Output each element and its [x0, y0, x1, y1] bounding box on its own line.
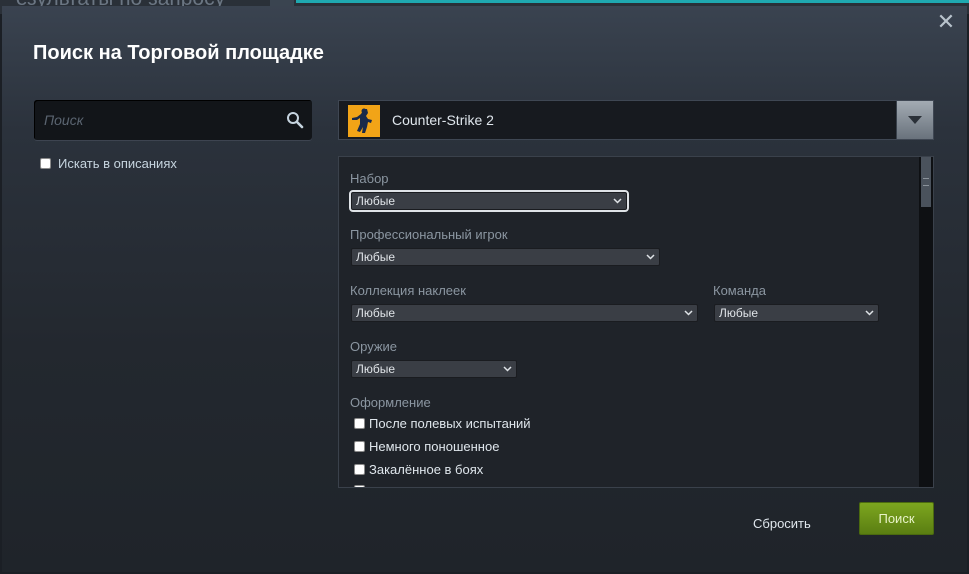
exterior-option-label: Закалённое в боях — [369, 462, 484, 477]
filter-team-value: Любые — [719, 306, 759, 320]
search-descriptions-label: Искать в описаниях — [58, 156, 177, 171]
exterior-checkbox[interactable] — [354, 464, 365, 475]
filter-pro-player-value: Любые — [356, 250, 396, 264]
chevron-down-icon — [908, 116, 922, 124]
scrollbar-thumb[interactable] — [921, 157, 931, 207]
exterior-checkbox[interactable] — [354, 418, 365, 429]
exterior-option-partial[interactable] — [354, 485, 365, 487]
exterior-checkbox[interactable] — [354, 485, 365, 487]
exterior-checkbox[interactable] — [354, 441, 365, 452]
grip-icon — [923, 178, 929, 186]
filter-sticker-collection-label: Коллекция наклеек — [350, 283, 466, 298]
exterior-option[interactable]: Закалённое в боях — [354, 462, 483, 477]
dialog-title: Поиск на Торговой площадке — [33, 42, 324, 64]
filter-sticker-collection-value: Любые — [356, 306, 396, 320]
filter-sticker-collection-select[interactable]: Любые — [351, 304, 698, 322]
chevron-down-icon — [503, 366, 512, 372]
filter-team-label: Команда — [713, 283, 766, 298]
filter-weapon-label: Оружие — [350, 339, 398, 354]
search-descriptions-checkbox[interactable] — [40, 158, 51, 169]
exterior-option-label: Немного поношенное — [369, 439, 500, 454]
market-search-dialog: ✕ Поиск на Торговой площадке Искать в оп… — [2, 6, 967, 572]
exterior-option-label: После полевых испытаний — [369, 416, 531, 431]
search-box — [34, 100, 312, 140]
game-dropdown-button[interactable] — [896, 101, 933, 139]
game-name: Counter-Strike 2 — [392, 112, 494, 128]
close-button[interactable]: ✕ — [935, 12, 957, 34]
filter-scrollbar[interactable] — [919, 157, 933, 487]
filter-pro-player-select[interactable]: Любые — [351, 248, 660, 266]
search-input[interactable] — [34, 100, 274, 140]
filter-pro-player-label: Профессиональный игрок — [350, 227, 508, 242]
search-descriptions-option[interactable]: Искать в описаниях — [40, 156, 177, 171]
close-icon[interactable]: ✕ — [937, 10, 955, 35]
filter-weapon-select[interactable]: Любые — [351, 360, 517, 378]
filter-set-label: Набор — [350, 171, 389, 186]
search-button[interactable]: Поиск — [859, 502, 934, 535]
exterior-option[interactable]: Немного поношенное — [354, 439, 499, 454]
chevron-down-icon — [613, 198, 622, 204]
chevron-down-icon — [646, 254, 655, 260]
reset-button[interactable]: Сбросить — [753, 512, 811, 534]
filter-weapon-value: Любые — [356, 362, 396, 376]
search-icon[interactable] — [286, 111, 304, 129]
counter-strike-icon — [348, 105, 380, 137]
game-select[interactable]: Counter-Strike 2 — [338, 100, 934, 140]
background-accent-line — [296, 0, 969, 3]
filter-panel: Набор Любые Профессиональный игрок Любые… — [338, 156, 934, 488]
filter-set-value: Любые — [356, 194, 396, 208]
chevron-down-icon — [865, 310, 874, 316]
filter-exterior-label: Оформление — [350, 395, 431, 410]
filter-set-select[interactable]: Любые — [349, 190, 629, 212]
filter-team-select[interactable]: Любые — [714, 304, 879, 322]
chevron-down-icon — [684, 310, 693, 316]
exterior-option[interactable]: После полевых испытаний — [354, 416, 531, 431]
